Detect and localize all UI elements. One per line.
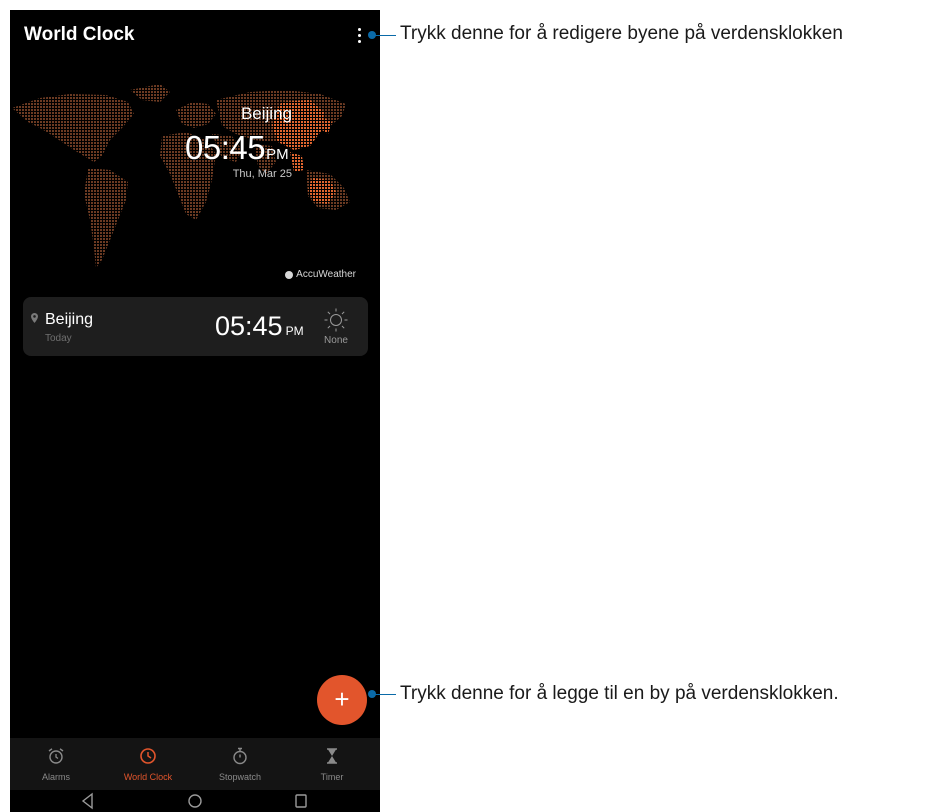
callout-line-add bbox=[372, 694, 396, 695]
system-navigation-bar bbox=[10, 790, 380, 812]
app-title: World Clock bbox=[24, 24, 135, 45]
hourglass-icon bbox=[327, 748, 337, 764]
accuweather-logo: AccuWeather bbox=[285, 269, 356, 280]
city-name: Beijing bbox=[45, 311, 94, 328]
bottom-navigation: Alarms World Clock Stopwatch Timer bbox=[10, 738, 380, 790]
recents-icon[interactable] bbox=[294, 792, 308, 810]
clock-icon bbox=[140, 748, 156, 764]
hero-date: Thu, Mar 25 bbox=[232, 168, 292, 180]
hero-time-ampm: PM bbox=[266, 146, 289, 163]
accuweather-label: AccuWeather bbox=[296, 269, 356, 280]
city-time: 05:45 PM bbox=[215, 311, 304, 342]
nav-alarms[interactable]: Alarms bbox=[10, 738, 102, 790]
callout-line-menu bbox=[372, 35, 396, 36]
city-time-value: 05:45 bbox=[215, 311, 283, 341]
nav-timer[interactable]: Timer bbox=[286, 738, 378, 790]
stopwatch-icon bbox=[233, 747, 247, 765]
city-day: Today bbox=[45, 333, 72, 344]
back-icon[interactable] bbox=[80, 792, 94, 810]
accuweather-sun-icon bbox=[285, 270, 294, 279]
nav-world-clock-label: World Clock bbox=[123, 772, 173, 782]
nav-stopwatch-label: Stopwatch bbox=[218, 772, 262, 782]
nav-stopwatch[interactable]: Stopwatch bbox=[194, 738, 286, 790]
nav-world-clock[interactable]: World Clock bbox=[102, 738, 194, 790]
city-card[interactable]: Beijing Today 05:45 PM None bbox=[23, 297, 368, 356]
nav-timer-label: Timer bbox=[320, 772, 344, 782]
alarm-clock-icon bbox=[48, 748, 64, 764]
nav-alarms-label: Alarms bbox=[41, 772, 70, 782]
home-icon[interactable] bbox=[187, 792, 203, 810]
hero-time-value: 05:45 bbox=[185, 129, 266, 166]
location-pin-icon bbox=[31, 313, 38, 323]
hero-city-name: Beijing bbox=[240, 104, 292, 123]
hero-time: 05:45PM bbox=[185, 129, 289, 167]
phone-screen: World Clock Beijing 05:45PM Thu, Mar 25 … bbox=[10, 10, 380, 812]
weather-label: None bbox=[324, 335, 348, 346]
sun-weather-icon bbox=[324, 308, 348, 332]
callout-menu-text: Trykk denne for å redigere byene på verd… bbox=[400, 23, 843, 44]
callout-add-text: Trykk denne for å legge til en by på ver… bbox=[400, 683, 839, 704]
city-time-ampm: PM bbox=[285, 324, 304, 338]
overflow-menu-button[interactable] bbox=[352, 24, 366, 46]
add-city-button[interactable]: + bbox=[317, 675, 367, 725]
